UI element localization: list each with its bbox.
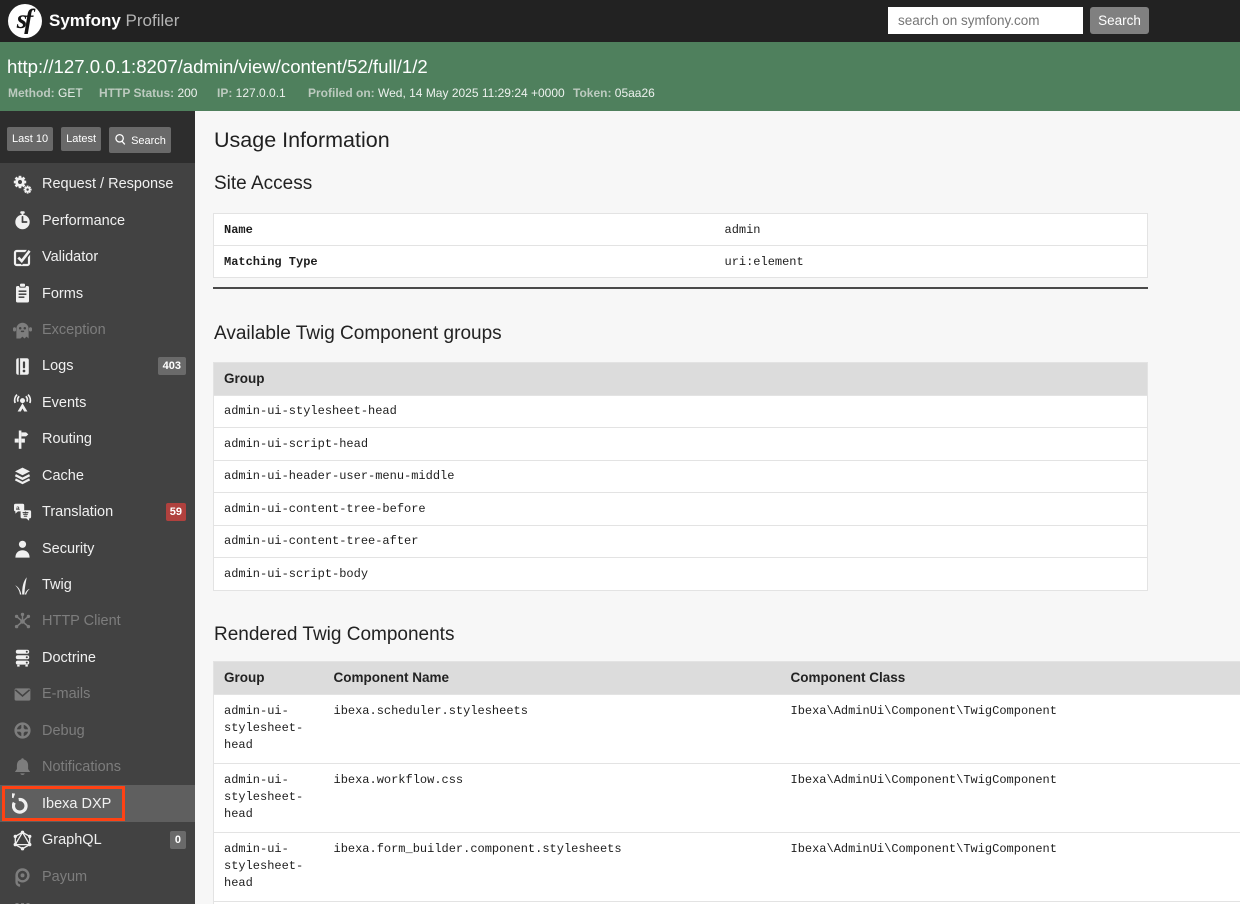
svg-text:a: a	[16, 505, 20, 512]
